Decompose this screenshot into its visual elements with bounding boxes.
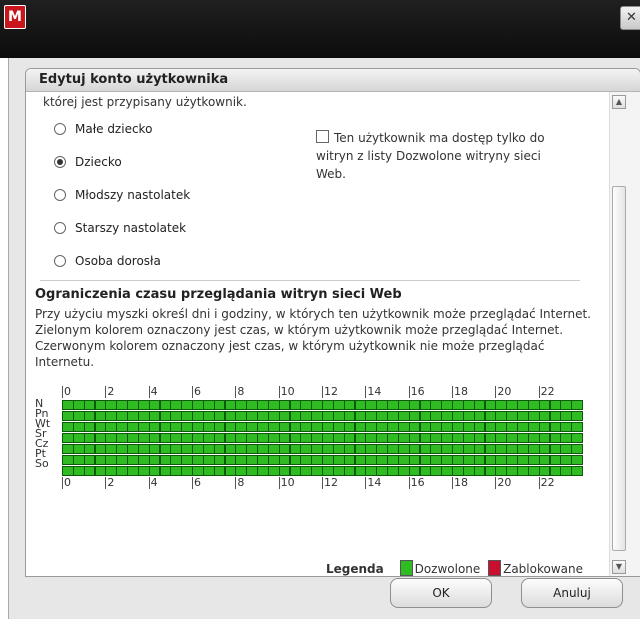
hour-label-bottom: 12 xyxy=(322,476,338,489)
whitelist-label: Ten użytkownik ma dostęp tylko do witryn… xyxy=(316,131,545,181)
hour-label-bottom: 18 xyxy=(452,476,468,489)
scroll-thumb[interactable] xyxy=(612,186,626,551)
section-divider xyxy=(40,280,580,281)
legend-title: Legenda xyxy=(326,562,384,576)
panel-content: której jest przypisany użytkownik. Małe … xyxy=(26,92,609,576)
radio-circle-icon xyxy=(54,255,66,267)
radio-older-teen[interactable]: Starszy nastolatek xyxy=(54,221,186,237)
scroll-up-button[interactable]: ▲ xyxy=(612,95,626,109)
radio-adult[interactable]: Osoba dorosła xyxy=(54,254,161,270)
hour-label-bottom: 0 xyxy=(62,476,71,489)
schedule-cell[interactable] xyxy=(571,411,583,421)
schedule-cell[interactable] xyxy=(571,466,583,476)
radio-child[interactable]: Dziecko xyxy=(54,155,122,171)
hour-label-top: 2 xyxy=(105,385,115,398)
radio-label: Młodszy nastolatek xyxy=(75,188,191,202)
close-button[interactable]: ✕ xyxy=(620,6,640,30)
hour-label-top: 10 xyxy=(278,385,295,398)
hour-label-top: 8 xyxy=(235,385,245,398)
schedule-cell[interactable] xyxy=(571,444,583,454)
dialog-frame: Edytuj konto użytkownika której jest prz… xyxy=(8,58,640,619)
radio-label: Małe dziecko xyxy=(75,122,153,136)
schedule-cell[interactable] xyxy=(571,455,583,465)
allowed-swatch xyxy=(399,560,413,576)
ok-button[interactable]: OK xyxy=(390,578,492,608)
radio-circle-icon xyxy=(54,156,66,168)
legend-allowed-label: Dozwolone xyxy=(414,562,481,576)
hour-label-top: 16 xyxy=(408,385,425,398)
day-labels: N Pn Wt Śr Cz Pt So xyxy=(35,398,60,470)
hour-label-top: 12 xyxy=(322,385,338,398)
hour-label-bottom: 20 xyxy=(495,476,512,489)
legend-blocked-label: Zablokowane xyxy=(503,562,583,576)
hour-label-top: 20 xyxy=(495,385,512,398)
time-limits-title: Ograniczenia czasu przeglądania witryn s… xyxy=(35,287,402,302)
schedule-cell[interactable] xyxy=(571,433,583,443)
scroll-down-button[interactable]: ▼ xyxy=(612,560,626,574)
hour-label-top: 6 xyxy=(192,385,201,398)
hour-label-top: 0 xyxy=(62,385,71,398)
radio-circle-icon xyxy=(54,189,66,201)
day-label: So xyxy=(35,457,49,470)
schedule-grid[interactable]: 0 0 2 2 4 4 6 6 8 8 10 10 12 12 14 14 16 16 18 18 20 20 22 22 xyxy=(62,385,583,516)
hour-label-top: 4 xyxy=(148,385,158,398)
hour-label-top: 14 xyxy=(365,385,382,398)
radio-circle-icon xyxy=(54,222,66,234)
cancel-button[interactable]: Anuluj xyxy=(521,578,623,608)
hour-label-bottom: 2 xyxy=(105,476,115,489)
age-group-hint: której jest przypisany użytkownik. xyxy=(43,95,247,109)
radio-label: Dziecko xyxy=(75,155,122,169)
radio-label: Starszy nastolatek xyxy=(75,221,187,235)
panel-title: Edytuj konto użytkownika xyxy=(26,69,640,92)
radio-younger-teen[interactable]: Młodszy nastolatek xyxy=(54,188,190,204)
app-logo-icon: M xyxy=(4,5,26,29)
hour-label-bottom: 14 xyxy=(365,476,382,489)
radio-circle-icon xyxy=(54,123,66,135)
legend: Legenda Dozwolone Zablokowane xyxy=(326,560,583,576)
hour-label-top: 18 xyxy=(452,385,468,398)
hour-label-bottom: 6 xyxy=(192,476,201,489)
hour-label-bottom: 22 xyxy=(538,476,555,489)
schedule-cell[interactable] xyxy=(571,422,583,432)
edit-account-panel: Edytuj konto użytkownika której jest prz… xyxy=(25,68,640,577)
hour-label-bottom: 4 xyxy=(148,476,158,489)
radio-small-child[interactable]: Małe dziecko xyxy=(54,122,152,138)
hour-label-bottom: 8 xyxy=(235,476,245,489)
schedule-cell[interactable] xyxy=(571,400,583,410)
time-limits-description: Przy użyciu myszki określ dni i godziny,… xyxy=(35,307,591,369)
hour-label-bottom: 10 xyxy=(278,476,295,489)
blocked-swatch xyxy=(488,560,502,576)
whitelist-checkbox[interactable] xyxy=(316,130,329,143)
vertical-scrollbar[interactable]: ▲ ▼ xyxy=(609,92,640,576)
title-bar: M ✕ xyxy=(0,0,640,58)
radio-label: Osoba dorosła xyxy=(75,254,161,268)
whitelist-option: Ten użytkownik ma dostęp tylko do witryn… xyxy=(316,129,571,183)
hour-label-bottom: 16 xyxy=(408,476,425,489)
hour-label-top: 22 xyxy=(538,385,555,398)
